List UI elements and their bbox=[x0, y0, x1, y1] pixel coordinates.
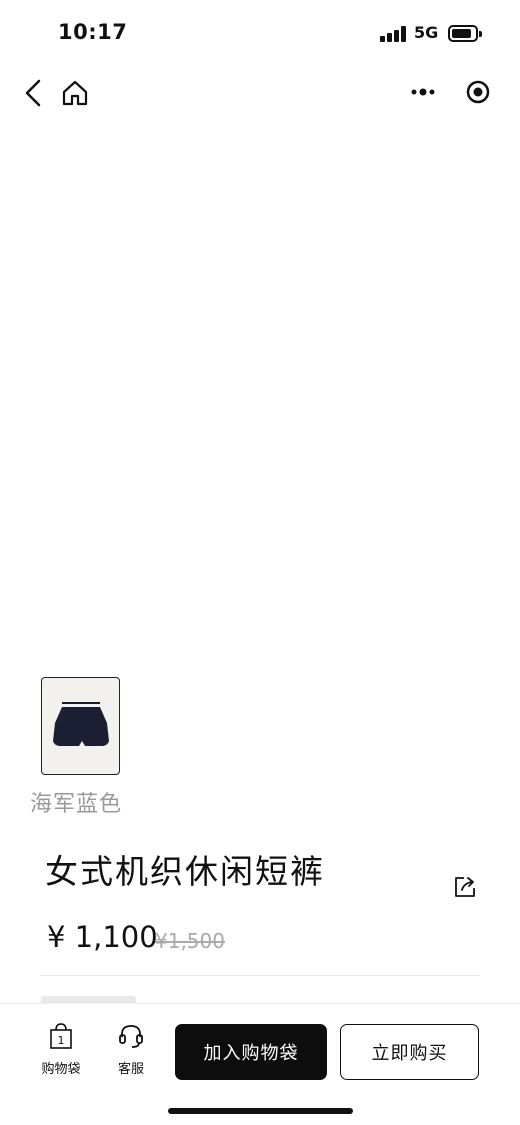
color-name: 海军蓝色 bbox=[30, 792, 123, 817]
more-button[interactable] bbox=[395, 72, 450, 112]
add-to-bag-button[interactable]: 加入购物袋 bbox=[175, 1024, 327, 1080]
gallery-pager: 1 / 2 bbox=[446, 600, 494, 622]
customer-service-button[interactable]: 客服 bbox=[101, 1022, 161, 1077]
headset-icon bbox=[119, 1025, 143, 1048]
close-miniprogram-button[interactable] bbox=[450, 72, 505, 112]
status-bar: 10:17 5G bbox=[0, 0, 520, 68]
product-title: 女式机织休闲短裤 bbox=[45, 852, 325, 891]
status-time: 10:17 bbox=[58, 20, 128, 44]
current-price: ¥ 1,100 bbox=[47, 920, 158, 954]
back-button[interactable] bbox=[18, 76, 48, 110]
back-icon bbox=[25, 79, 41, 107]
home-button[interactable] bbox=[60, 76, 90, 110]
network-type: 5G bbox=[414, 23, 439, 42]
share-icon bbox=[455, 877, 475, 897]
battery-icon bbox=[448, 25, 482, 42]
service-label: 客服 bbox=[117, 1062, 144, 1077]
home-icon bbox=[62, 80, 88, 106]
product-image-navy-shorts bbox=[82, 214, 438, 483]
signal-icon bbox=[380, 26, 408, 42]
bag-label: 购物袋 bbox=[41, 1062, 81, 1077]
close-miniprogram-icon bbox=[466, 80, 489, 104]
share-button[interactable] bbox=[452, 874, 478, 900]
home-indicator bbox=[168, 1108, 353, 1114]
bag-count: 1 bbox=[58, 1034, 65, 1047]
bag-icon: 1 bbox=[50, 1023, 72, 1049]
more-icon bbox=[411, 88, 434, 96]
buy-now-button[interactable]: 立即购买 bbox=[340, 1024, 479, 1080]
color-swatch-thumbnail[interactable] bbox=[41, 677, 120, 775]
shopping-bag-button[interactable]: 1 购物袋 bbox=[31, 1022, 91, 1077]
original-price: ¥1,500 bbox=[155, 929, 225, 953]
bottom-action-bar: 1 购物袋 客服 加入购物袋 立即购买 bbox=[0, 1003, 520, 1125]
divider bbox=[41, 975, 479, 976]
miniprogram-capsule bbox=[395, 72, 505, 112]
thumbnail-shorts-image bbox=[52, 702, 109, 746]
